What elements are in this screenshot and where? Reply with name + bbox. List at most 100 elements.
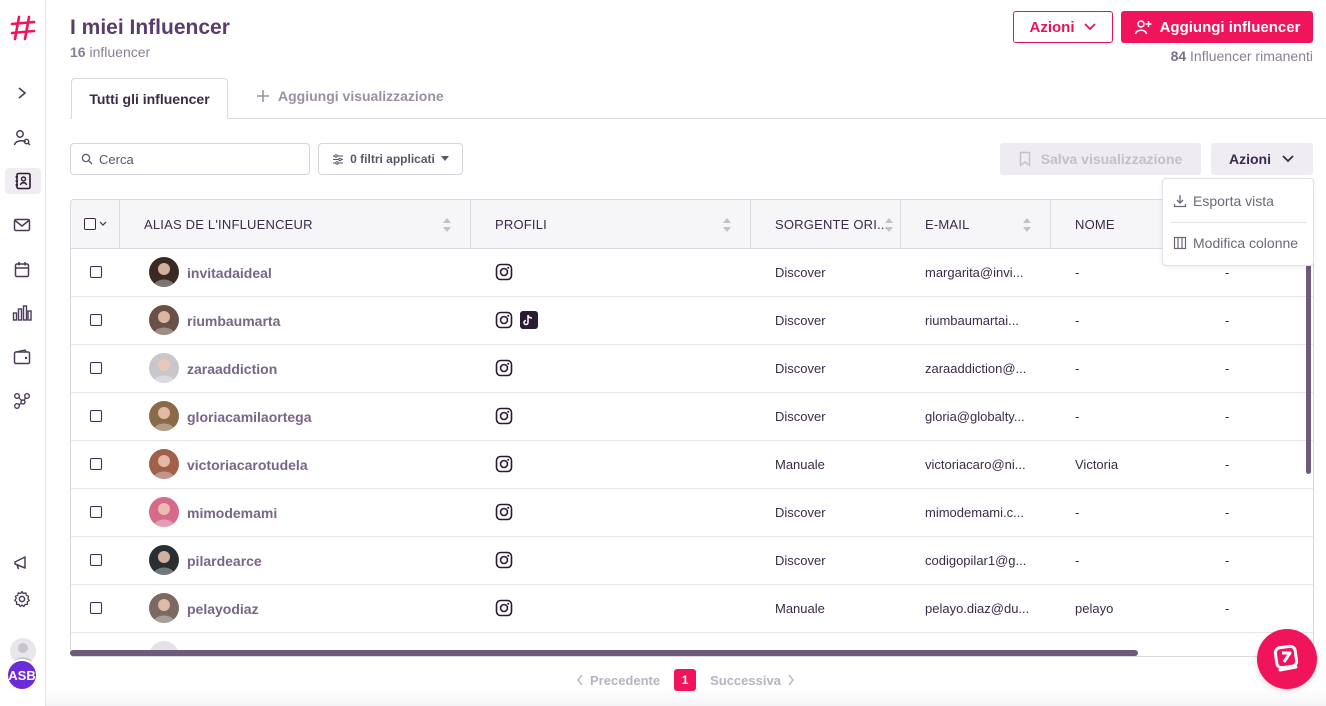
next-page-button[interactable]: Successiva <box>710 673 795 688</box>
vertical-scrollbar[interactable] <box>1306 260 1311 474</box>
contacts-book-icon[interactable] <box>5 168 41 194</box>
sidebar: ASB <box>0 0 46 706</box>
source-cell: Discover <box>775 313 826 328</box>
network-icon[interactable] <box>11 390 33 412</box>
instagram-icon[interactable] <box>495 455 513 473</box>
source-cell: Manuale <box>775 601 825 616</box>
table-row[interactable]: zaraaddiction Discover zaraaddiction@...… <box>71 345 1313 393</box>
select-all-checkbox[interactable] <box>83 218 96 230</box>
instagram-icon[interactable] <box>495 503 513 521</box>
table-row[interactable]: pilardearce Discover codigopilar1@g... -… <box>71 537 1313 585</box>
table-row[interactable]: gloriacamilaortega Discover gloria@globa… <box>71 393 1313 441</box>
row-checkbox[interactable] <box>90 314 102 326</box>
tiktok-icon[interactable] <box>520 311 538 329</box>
menu-divider <box>1171 222 1307 223</box>
help-chat-button[interactable] <box>1257 629 1317 689</box>
sliders-icon <box>333 153 344 165</box>
source-cell: Manuale <box>775 457 825 472</box>
name-cell: - <box>1075 265 1080 280</box>
email-cell: margarita@invi... <box>925 265 1024 280</box>
bar-chart-icon[interactable] <box>11 302 33 324</box>
table-row[interactable]: victoriacarotudela Manuale victoriacaro@… <box>71 441 1313 489</box>
actions-button[interactable]: Azioni <box>1013 11 1113 43</box>
row-checkbox[interactable] <box>90 554 102 566</box>
influencer-alias[interactable]: invitadaideal <box>187 249 272 296</box>
previous-label: Precedente <box>590 672 661 688</box>
add-view-tab[interactable]: Aggiungi visualizzazione <box>256 88 444 104</box>
row-checkbox[interactable] <box>90 506 102 518</box>
sort-icon[interactable] <box>722 216 732 234</box>
influencer-count: 16 influencer <box>70 44 150 60</box>
column-alias[interactable]: ALIAS DE L'INFLUENCEUR <box>120 200 471 248</box>
save-view-button[interactable]: Salva visualizzazione <box>1000 143 1201 175</box>
row-checkbox[interactable] <box>90 458 102 470</box>
search-input[interactable] <box>99 151 299 167</box>
instagram-icon[interactable] <box>495 263 513 281</box>
row-checkbox[interactable] <box>90 410 102 422</box>
select-all-cell[interactable] <box>71 200 120 248</box>
columns-icon <box>1173 236 1187 250</box>
hashtag-logo-icon[interactable] <box>9 14 37 42</box>
avatar[interactable] <box>149 353 179 383</box>
megaphone-icon[interactable] <box>11 552 33 574</box>
add-user-icon <box>1134 20 1152 35</box>
avatar[interactable] <box>149 449 179 479</box>
influencer-alias[interactable]: zaraaddiction <box>187 345 277 392</box>
column-source-label: SORGENTE ORI... <box>775 216 889 232</box>
table-row[interactable]: riumbaumarta Discover riumbaumartai... -… <box>71 297 1313 345</box>
table-row[interactable]: mimodemami Discover mimodemami.c... - - <box>71 489 1313 537</box>
influencer-alias[interactable]: gloriacamilaortega <box>187 393 312 440</box>
horizontal-scrollbar[interactable] <box>70 650 1138 656</box>
instagram-icon[interactable] <box>495 359 513 377</box>
avatar[interactable] <box>149 305 179 335</box>
influencer-alias[interactable]: victoriacarotudela <box>187 441 308 488</box>
influencer-alias[interactable]: mimodemami <box>187 489 277 536</box>
add-influencer-button[interactable]: Aggiungi influencer <box>1121 11 1313 43</box>
column-profiles[interactable]: PROFILI <box>471 200 751 248</box>
user-avatar[interactable]: ASB <box>6 659 38 691</box>
instagram-icon[interactable] <box>495 407 513 425</box>
influencer-alias[interactable]: riumbaumarta <box>187 297 280 344</box>
row-checkbox[interactable] <box>90 362 102 374</box>
user-search-icon[interactable] <box>11 127 33 149</box>
mail-icon[interactable] <box>11 214 33 236</box>
sort-icon[interactable] <box>1022 216 1032 234</box>
search-icon <box>81 153 93 165</box>
row-checkbox[interactable] <box>90 602 102 614</box>
avatar[interactable] <box>149 401 179 431</box>
wallet-icon[interactable] <box>11 346 33 368</box>
row-checkbox[interactable] <box>90 266 102 278</box>
chevron-down-icon <box>1282 155 1294 163</box>
avatar[interactable] <box>149 593 179 623</box>
influencer-alias[interactable]: pelayodiaz <box>187 585 259 632</box>
count-label: influencer <box>89 44 151 60</box>
name-cell: - <box>1075 505 1080 520</box>
filters-dropdown[interactable]: 0 filtri applicati <box>318 143 463 175</box>
table-header: ALIAS DE L'INFLUENCEUR PROFILI SORGENTE … <box>71 200 1313 249</box>
chevron-right-icon[interactable] <box>11 82 33 104</box>
sort-icon[interactable] <box>884 216 894 234</box>
edit-columns-item[interactable]: Modifica colonne <box>1173 228 1298 258</box>
search-box <box>70 143 310 175</box>
edit-columns-label: Modifica colonne <box>1193 235 1299 251</box>
chevron-down-icon[interactable] <box>99 221 107 227</box>
previous-page-button[interactable]: Precedente <box>576 673 660 688</box>
gear-icon[interactable] <box>11 588 33 610</box>
table-row[interactable]: invitadaideal Discover margarita@invi...… <box>71 249 1313 297</box>
avatar[interactable] <box>149 545 179 575</box>
instagram-icon[interactable] <box>495 551 513 569</box>
table-actions-button[interactable]: Azioni <box>1211 143 1313 175</box>
tab-all-influencers[interactable]: Tutti gli influencer <box>71 78 228 119</box>
avatar[interactable] <box>149 257 179 287</box>
sort-icon[interactable] <box>442 216 452 234</box>
column-source[interactable]: SORGENTE ORI... <box>751 200 901 248</box>
page-number-current[interactable]: 1 <box>674 669 697 691</box>
avatar[interactable] <box>149 497 179 527</box>
calendar-icon[interactable] <box>11 258 33 280</box>
instagram-icon[interactable] <box>495 311 513 329</box>
table-row[interactable]: pelayodiaz Manuale pelayo.diaz@du... pel… <box>71 585 1313 633</box>
instagram-icon[interactable] <box>495 599 513 617</box>
column-email[interactable]: E-MAIL <box>901 200 1051 248</box>
influencer-alias[interactable]: pilardearce <box>187 537 262 584</box>
export-view-item[interactable]: Esporta vista <box>1173 186 1274 216</box>
